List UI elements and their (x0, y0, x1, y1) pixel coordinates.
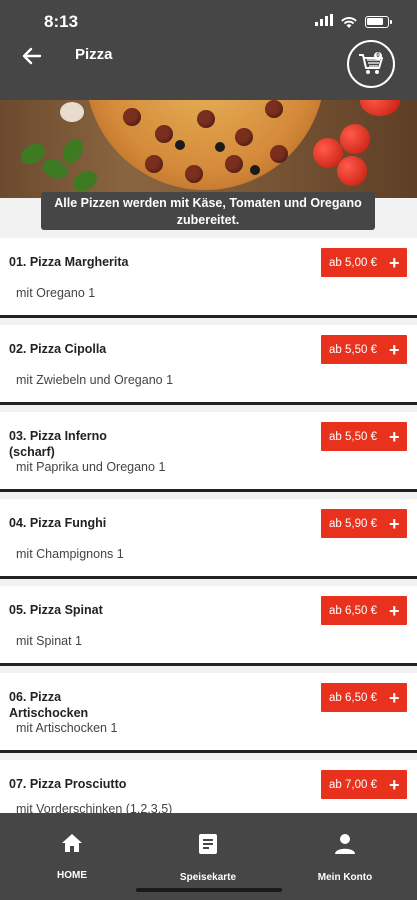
nav-label: Mein Konto (317, 872, 373, 883)
price-label: ab 6,50 € (329, 691, 377, 704)
wifi-icon (341, 16, 357, 28)
item-name: 01. Pizza Margherita (9, 255, 129, 269)
list-item[interactable]: 05. Pizza Spinat mit Spinat 1 ab 6,50 € … (0, 586, 417, 666)
price-label: ab 7,00 € (329, 778, 377, 791)
item-description: mit Artischocken 1 (16, 721, 118, 735)
plus-icon: + (389, 600, 400, 621)
plus-icon: + (389, 426, 400, 447)
nav-item-mein-konto[interactable]: Mein Konto (300, 833, 390, 883)
price-label: ab 5,00 € (329, 256, 377, 269)
status-icons (315, 13, 392, 31)
plus-icon: + (389, 687, 400, 708)
back-button[interactable] (18, 42, 46, 70)
item-description: mit Spinat 1 (16, 634, 83, 648)
add-to-cart-button[interactable]: ab 5,50 € + (321, 422, 407, 451)
price-label: ab 5,50 € (329, 343, 377, 356)
plus-icon: + (389, 339, 400, 360)
list-item[interactable]: 03. Pizza Inferno (scharf) mit Paprika u… (0, 412, 417, 492)
nav-label: HOME (57, 870, 87, 881)
item-name: 05. Pizza Spinat (9, 603, 103, 617)
pizza-image (85, 100, 325, 190)
add-to-cart-button[interactable]: ab 7,00 € + (321, 770, 407, 799)
item-description: mit Zwiebeln und Oregano 1 (16, 373, 174, 387)
plus-icon: + (389, 774, 400, 795)
home-icon (62, 834, 82, 852)
item-description: mit Champignons 1 (16, 547, 124, 561)
list-item[interactable]: 01. Pizza Margherita mit Oregano 1 ab 5,… (0, 238, 417, 318)
home-indicator (136, 888, 282, 892)
item-name: 04. Pizza Funghi (9, 516, 107, 530)
status-bar: 8:13 (0, 0, 417, 34)
bottom-nav: HOME Speisekarte Mein Konto (0, 813, 417, 900)
add-to-cart-button[interactable]: ab 6,50 € + (321, 596, 407, 625)
menu-icon (199, 834, 217, 854)
item-name: 03. Pizza Inferno (scharf) (9, 429, 107, 459)
signal-icon (315, 13, 333, 31)
app-bar: Pizza 0 (0, 34, 417, 100)
item-description: mit Paprika und Oregano 1 (16, 460, 166, 474)
add-to-cart-button[interactable]: ab 6,50 € + (321, 683, 407, 712)
add-to-cart-button[interactable]: ab 5,50 € + (321, 335, 407, 364)
plus-icon: + (389, 252, 400, 273)
list-item[interactable]: 04. Pizza Funghi mit Champignons 1 ab 5,… (0, 499, 417, 579)
add-to-cart-button[interactable]: ab 5,90 € + (321, 509, 407, 538)
plus-icon: + (389, 513, 400, 534)
price-label: ab 5,90 € (329, 517, 377, 530)
cart-button[interactable]: 0 (347, 40, 395, 88)
nav-item-speisekarte[interactable]: Speisekarte (163, 833, 253, 883)
nav-item-home[interactable]: HOME (27, 833, 117, 881)
list-item[interactable]: 06. Pizza Artischocken mit Artischocken … (0, 673, 417, 753)
item-name: 06. Pizza Artischocken (9, 690, 89, 720)
arrow-left-icon (22, 47, 42, 65)
account-icon (335, 834, 355, 854)
list-item[interactable]: 02. Pizza Cipolla mit Zwiebeln und Orega… (0, 325, 417, 405)
hero-caption: Alle Pizzen werden mit Käse, Tomaten und… (41, 192, 375, 230)
price-label: ab 5,50 € (329, 430, 377, 443)
item-description: mit Oregano 1 (16, 286, 96, 300)
nav-label: Speisekarte (179, 872, 237, 883)
item-name: 07. Pizza Prosciutto (9, 777, 127, 791)
hero-image (0, 100, 417, 198)
price-label: ab 6,50 € (329, 604, 377, 617)
cart-badge: 0 (374, 52, 382, 60)
battery-icon (365, 16, 392, 28)
item-name: 02. Pizza Cipolla (9, 342, 107, 356)
page-title: Pizza (75, 46, 113, 63)
add-to-cart-button[interactable]: ab 5,00 € + (321, 248, 407, 277)
status-time: 8:13 (44, 12, 79, 31)
